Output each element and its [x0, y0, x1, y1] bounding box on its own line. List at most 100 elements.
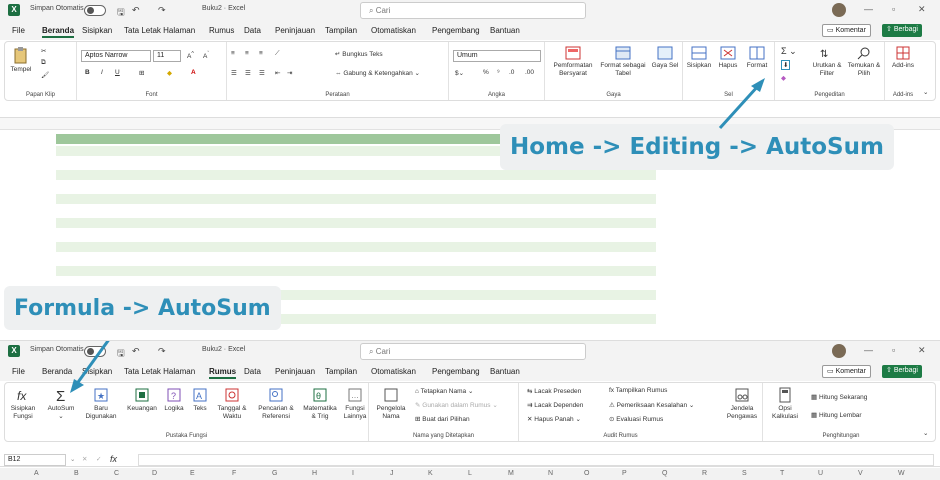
show-formulas-label: Tampilkan Rumus — [615, 387, 668, 394]
insert-function-icon[interactable]: fx — [110, 454, 117, 464]
define-name-button[interactable]: ⌂ Tetapkan Nama ⌄ — [415, 387, 473, 395]
comment-icon: ▭ — [827, 368, 836, 375]
column-header-t[interactable]: T — [780, 470, 784, 477]
more-functions-label: Fungsi Lainnya — [343, 405, 367, 420]
arrow-overlay-top — [718, 78, 765, 130]
trace-precedents-button[interactable]: ⇆ Lacak Preseden — [527, 387, 581, 395]
math-trig-button[interactable]: θ Matematika & Trig — [301, 387, 339, 421]
column-header-b[interactable]: B — [74, 470, 79, 477]
maximize-icon[interactable]: ▫ — [892, 345, 895, 355]
use-in-formula-label: Gunakan dalam Rumus — [422, 402, 491, 409]
name-manager-icon — [384, 388, 398, 402]
column-header-e[interactable]: E — [190, 470, 195, 477]
avatar[interactable] — [832, 344, 846, 358]
calculate-now-button[interactable]: ▦ Hitung Sekarang — [811, 393, 867, 401]
column-header-s[interactable]: S — [742, 470, 747, 477]
use-in-formula-button[interactable]: ✎ Gunakan dalam Rumus ⌄ — [415, 401, 498, 409]
search-box[interactable]: ⌕ Cari — [360, 343, 586, 360]
group-calculation: Opsi Kalkulasi ▦ Hitung Sekarang ▦ Hitun… — [763, 383, 919, 441]
column-header-m[interactable]: M — [508, 470, 514, 477]
tab-help[interactable]: Bantuan — [490, 367, 520, 376]
more-functions-icon: … — [348, 388, 362, 402]
arrow-to-autosum-home — [718, 84, 760, 130]
column-header-g[interactable]: G — [272, 470, 277, 477]
bottom-window: X Simpan Otomatis 🖫 ↶ ↷ Buku2 · Excel ⌕ … — [0, 340, 940, 480]
column-header-a[interactable]: A — [34, 470, 39, 477]
file-title: Buku2 · Excel — [202, 346, 246, 353]
evaluate-formula-button[interactable]: ⊙ Evaluasi Rumus — [609, 415, 663, 423]
function-library-label: Pustaka Fungsi — [165, 433, 208, 439]
create-from-selection-label: Buat dari Pilihan — [422, 416, 470, 423]
minimize-icon[interactable]: — — [864, 345, 873, 355]
group-defined-names: Pengelola Nama ⌂ Tetapkan Nama ⌄ ✎ Gunak… — [369, 383, 519, 441]
column-header-l[interactable]: L — [468, 470, 472, 477]
watch-window-button[interactable]: Jendela Pengawas — [723, 387, 761, 421]
more-functions-button[interactable]: … Fungsi Lainnya — [341, 387, 369, 421]
confirm-entry-icon[interactable]: ✓ — [96, 455, 101, 463]
remove-arrows-button[interactable]: ✕ Hapus Panah ⌄ — [527, 415, 581, 423]
show-formulas-icon: fx — [609, 387, 616, 394]
trace-precedents-label: Lacak Preseden — [534, 388, 582, 395]
autosum-label: AutoSum — [47, 405, 75, 412]
calc-options-button[interactable]: Opsi Kalkulasi — [767, 387, 803, 421]
collapse-ribbon-icon[interactable]: ⌄ — [923, 429, 928, 437]
remove-arrows-label: Hapus Panah — [534, 416, 574, 423]
lookup-icon — [269, 388, 283, 402]
logical-label: Logika — [164, 405, 184, 412]
date-time-label: Tanggal & Waktu — [217, 405, 247, 420]
lookup-reference-button[interactable]: Pencarian & Referensi — [255, 387, 297, 421]
search-icon: ⌕ — [369, 347, 376, 356]
calc-options-label: Opsi Kalkulasi — [771, 405, 798, 420]
tab-view[interactable]: Tampilan — [325, 367, 357, 376]
calculate-sheet-icon: ▦ — [811, 412, 819, 419]
column-header-c[interactable]: C — [114, 470, 119, 477]
column-header-q[interactable]: Q — [662, 470, 667, 477]
calculate-now-icon: ▦ — [811, 394, 819, 401]
date-time-button[interactable]: Tanggal & Waktu — [213, 387, 251, 421]
name-manager-label: Pengelola Nama — [376, 405, 406, 420]
tab-review[interactable]: Peninjauan — [275, 367, 315, 376]
close-icon[interactable]: ✕ — [918, 345, 926, 356]
svg-text:…: … — [351, 391, 359, 400]
column-header-p[interactable]: P — [622, 470, 627, 477]
column-header-h[interactable]: H — [312, 470, 317, 477]
insert-function-label: Sisipkan Fungsi — [10, 405, 36, 420]
namebox-dropdown-icon[interactable]: ⌄ — [70, 455, 75, 463]
error-checking-label: Pemeriksaan Kesalahan — [616, 402, 688, 409]
clock-icon — [225, 388, 239, 402]
recently-used-label: Baru Digunakan — [85, 405, 117, 420]
name-manager-button[interactable]: Pengelola Nama — [373, 387, 409, 421]
column-header-f[interactable]: F — [232, 470, 236, 477]
comment-label: Komentar — [835, 368, 866, 375]
error-checking-icon: ⚠ — [609, 402, 617, 409]
column-header-j[interactable]: J — [390, 470, 394, 477]
calculation-label: Penghitungan — [822, 433, 860, 439]
column-header-w[interactable]: W — [898, 470, 905, 477]
svg-text:θ: θ — [316, 391, 321, 401]
share-button[interactable]: ⇧ Berbagi — [882, 365, 922, 378]
trace-dependents-label: Lacak Dependen — [534, 402, 584, 409]
formula-input[interactable] — [138, 454, 934, 466]
column-header-n[interactable]: N — [548, 470, 553, 477]
cancel-entry-icon[interactable]: ✕ — [82, 455, 87, 463]
column-header-v[interactable]: V — [858, 470, 863, 477]
column-header-r[interactable]: R — [702, 470, 707, 477]
trace-dependents-button[interactable]: ⇉ Lacak Dependen — [527, 401, 583, 409]
calculate-sheet-label: Hitung Lembar — [818, 412, 862, 419]
name-box[interactable]: B12 — [4, 454, 66, 466]
comment-button[interactable]: ▭ Komentar — [822, 365, 871, 378]
column-header-i[interactable]: I — [352, 470, 354, 477]
show-formulas-button[interactable]: fx Tampilkan Rumus — [609, 387, 667, 394]
tab-developer[interactable]: Pengembang — [432, 367, 480, 376]
tab-data[interactable]: Data — [244, 367, 261, 376]
create-from-selection-button[interactable]: ⊞ Buat dari Pilihan — [415, 415, 470, 423]
error-checking-button[interactable]: ⚠ Pemeriksaan Kesalahan ⌄ — [609, 401, 694, 409]
lookup-reference-label: Pencarian & Referensi — [258, 405, 294, 420]
column-header-d[interactable]: D — [152, 470, 157, 477]
column-header-k[interactable]: K — [428, 470, 433, 477]
tab-formulas[interactable]: Rumus — [209, 367, 237, 379]
column-header-o[interactable]: O — [584, 470, 589, 477]
column-header-u[interactable]: U — [818, 470, 823, 477]
tab-automate[interactable]: Otomatiskan — [371, 367, 416, 376]
calculate-sheet-button[interactable]: ▦ Hitung Lembar — [811, 411, 862, 419]
